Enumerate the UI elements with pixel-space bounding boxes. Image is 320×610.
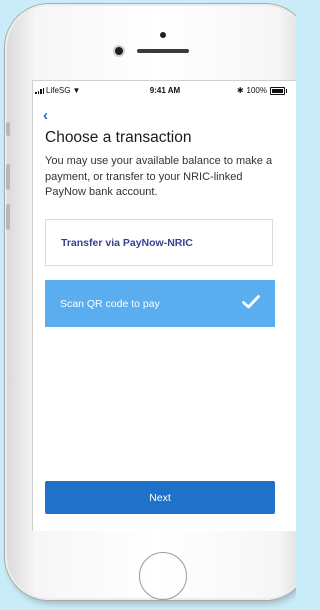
back-button[interactable]: ‹ [43,108,48,123]
option-label: Scan QR code to pay [60,297,160,310]
bluetooth-icon: ✱ [236,86,244,95]
page-title: Choose a transaction [45,129,192,146]
option-label: Transfer via PayNow-NRIC [61,236,193,249]
next-button[interactable]: Next [45,481,275,514]
check-icon [242,295,260,309]
battery-percentage: 100% [246,86,267,95]
description-text: You may use your available balance to ma… [45,155,273,198]
home-button[interactable] [139,552,187,600]
mute-switch [6,122,10,136]
earpiece-speaker [137,49,189,53]
volume-down-button [6,204,10,230]
front-camera [160,32,166,38]
battery-icon [270,86,287,95]
option-scan-qr-code[interactable]: Scan QR code to pay [45,280,275,327]
phone-screen: LifeSG ▼ 9:41 AM ✱ 100% ‹ Choose a trans… [32,80,296,531]
chevron-left-icon: ‹ [43,107,48,124]
proximity-sensor [115,47,123,55]
volume-up-button [6,164,10,190]
page: LifeSG ▼ 9:41 AM ✱ 100% ‹ Choose a trans… [0,0,296,610]
option-transfer-paynow-nric[interactable]: Transfer via PayNow-NRIC [45,219,273,266]
status-bar-right: ✱ 100% [236,86,287,95]
status-bar: LifeSG ▼ 9:41 AM ✱ 100% [33,81,296,101]
